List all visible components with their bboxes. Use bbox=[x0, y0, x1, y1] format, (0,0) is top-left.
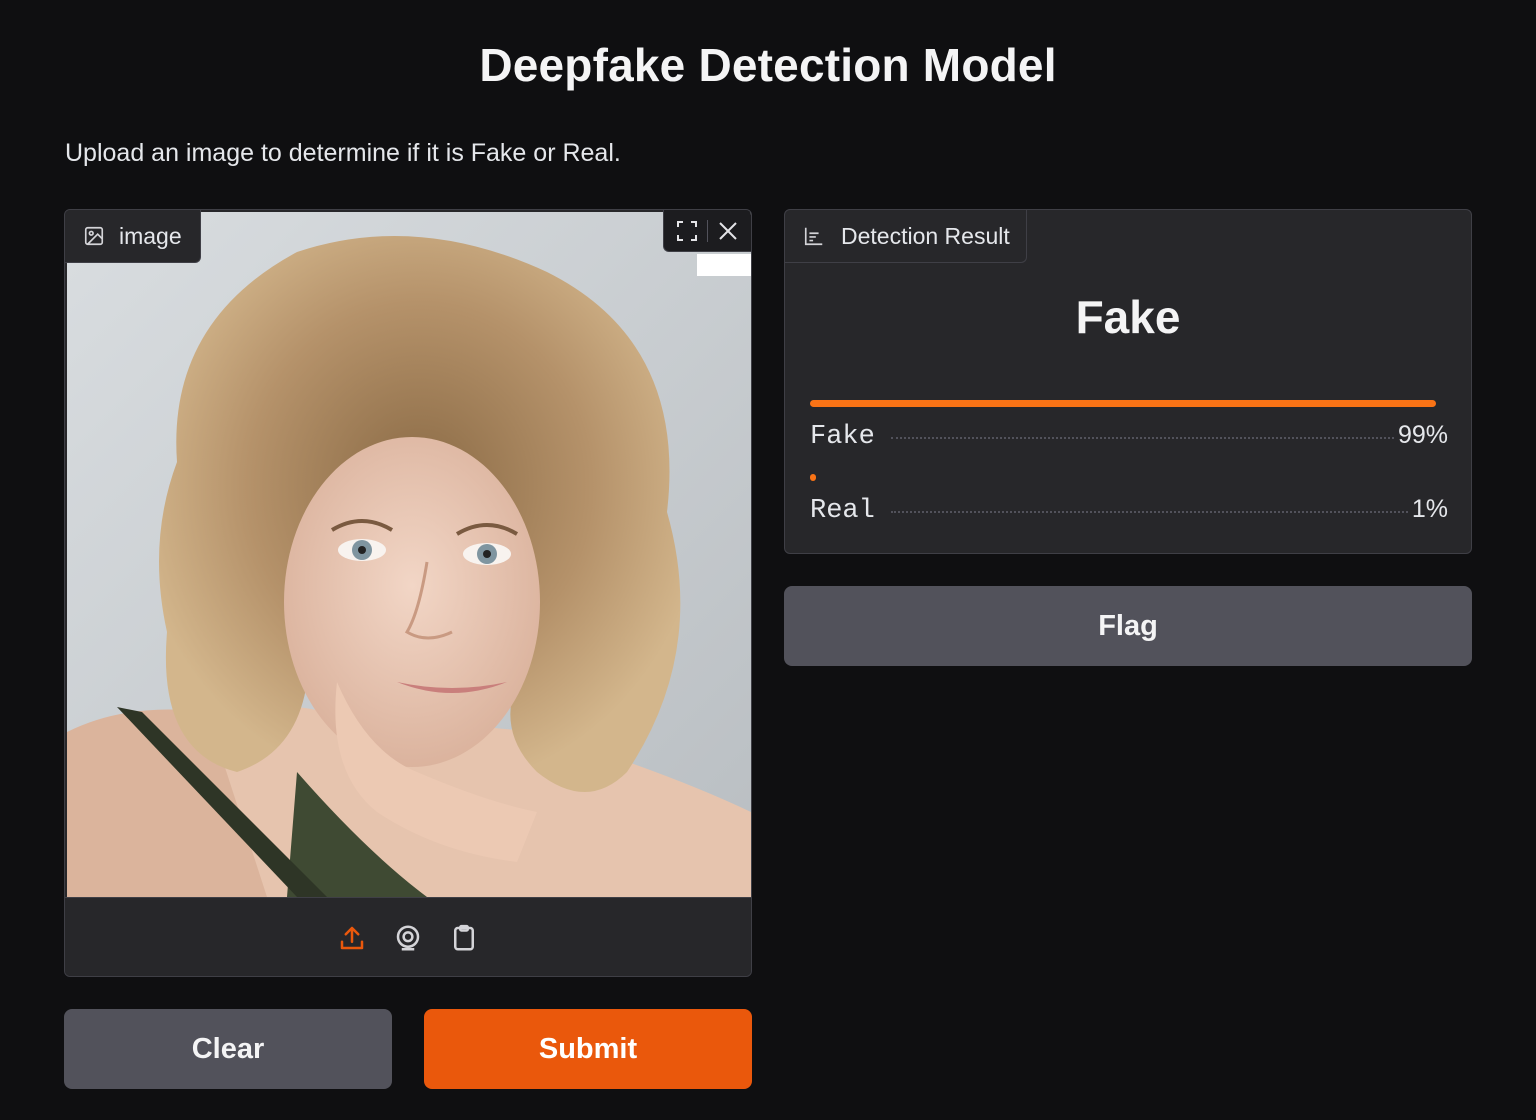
uploaded-photo bbox=[67, 212, 751, 897]
prediction-label: Fake bbox=[1075, 291, 1181, 343]
confidence-row-fake: Fake 99% bbox=[810, 400, 1448, 452]
confidence-bar-track bbox=[810, 474, 1442, 481]
confidence-value: 99% bbox=[1397, 421, 1448, 449]
close-icon[interactable] bbox=[715, 218, 741, 244]
toolbar-divider bbox=[706, 219, 708, 242]
submit-button[interactable]: Submit bbox=[424, 1009, 752, 1089]
upload-icon[interactable] bbox=[336, 922, 368, 954]
result-label-tab: Detection Result bbox=[785, 210, 1027, 263]
image-input-panel[interactable]: image bbox=[64, 209, 752, 977]
confidence-value: 1% bbox=[1411, 495, 1448, 523]
confidence-bar-track bbox=[810, 400, 1442, 407]
confidence-dots bbox=[890, 437, 1394, 439]
clipboard-icon[interactable] bbox=[448, 922, 480, 954]
image-label-tab: image bbox=[65, 210, 201, 263]
confidence-label: Fake bbox=[810, 422, 875, 452]
image-icon bbox=[83, 225, 105, 247]
bar-chart-icon bbox=[803, 225, 825, 247]
clear-button[interactable]: Clear bbox=[64, 1009, 392, 1089]
fullscreen-icon[interactable] bbox=[674, 218, 700, 244]
confidence-row-real: Real 1% bbox=[810, 474, 1448, 526]
page-title: Deepfake Detection Model bbox=[479, 39, 1057, 91]
confidence-line: Fake 99% bbox=[810, 421, 1448, 452]
page-description: Upload an image to determine if it is Fa… bbox=[65, 139, 621, 167]
confidence-dots bbox=[890, 511, 1408, 513]
confidence-line: Real 1% bbox=[810, 495, 1448, 526]
flag-button[interactable]: Flag bbox=[784, 586, 1472, 666]
confidence-bar-fill bbox=[810, 474, 817, 481]
image-source-bar bbox=[65, 897, 751, 976]
result-label-text: Detection Result bbox=[841, 222, 1010, 249]
webcam-icon[interactable] bbox=[392, 922, 424, 954]
confidence-label: Real bbox=[810, 496, 875, 526]
app-page: Deepfake Detection Model Upload an image… bbox=[0, 0, 1536, 1120]
image-corner-toolbar bbox=[663, 210, 751, 252]
detection-result-panel: Detection Result Fake Fake 99% Real 1% bbox=[784, 209, 1472, 554]
image-label-text: image bbox=[119, 222, 182, 249]
confidence-bar-fill bbox=[810, 400, 1436, 407]
